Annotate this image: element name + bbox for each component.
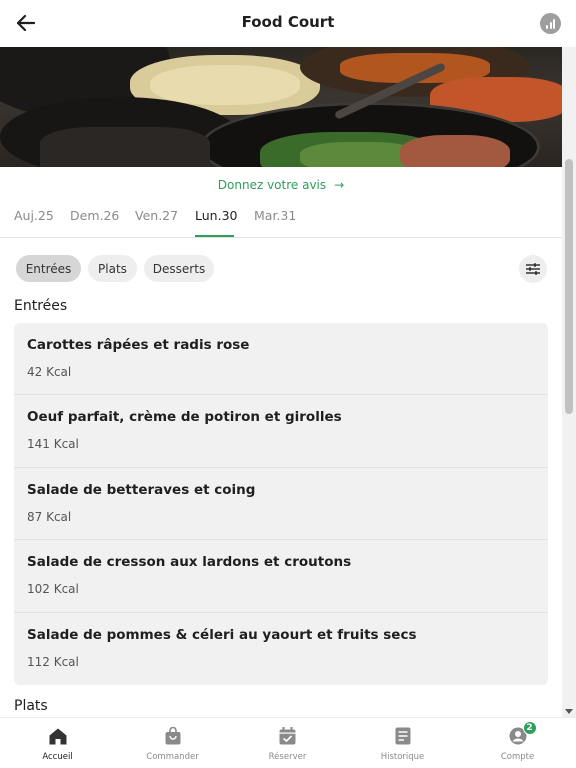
chip-entrees[interactable]: Entrées xyxy=(16,255,81,282)
bottom-navigation: Accueil Commander Réserver Historique 2 … xyxy=(0,717,576,768)
bar-chart-icon xyxy=(546,25,548,29)
chip-plats[interactable]: Plats xyxy=(88,255,137,282)
dish-name: Salade de betteraves et coing xyxy=(27,481,256,498)
filter-button[interactable] xyxy=(519,255,547,283)
scrollbar-thumb[interactable] xyxy=(565,159,573,414)
calendar-check-icon xyxy=(279,727,296,745)
scroll-down-arrow-icon[interactable] xyxy=(565,709,573,714)
section-title-entrees: Entrées xyxy=(14,298,68,314)
list-item[interactable]: Salade de cresson aux lardons et crouton… xyxy=(14,540,548,613)
nav-historique[interactable]: Historique xyxy=(345,718,460,768)
list-item[interactable]: Salade de pommes & céleri au yaourt et f… xyxy=(14,613,548,685)
document-icon xyxy=(395,727,410,745)
stats-button[interactable] xyxy=(540,13,561,34)
dish-calories: 102 Kcal xyxy=(27,582,79,597)
restaurant-hero-image xyxy=(0,47,562,167)
nav-label: Accueil xyxy=(42,752,73,762)
dish-name: Carottes râpées et radis rose xyxy=(27,337,250,353)
nav-compte[interactable]: 2 Compte xyxy=(460,718,575,768)
tab-day-25[interactable]: Auj.25 xyxy=(14,208,54,223)
dish-calories: 87 Kcal xyxy=(27,509,72,524)
nav-accueil[interactable]: Accueil xyxy=(0,718,115,768)
vertical-scrollbar[interactable] xyxy=(562,47,576,717)
nav-commander[interactable]: Commander xyxy=(115,718,230,768)
tab-day-31[interactable]: Mar.31 xyxy=(254,208,296,223)
nav-label: Compte xyxy=(500,752,535,762)
app-header: Food Court xyxy=(0,0,576,47)
entrees-list: Carottes râpées et radis rose 42 Kcal Oe… xyxy=(14,323,548,685)
dish-calories: 112 Kcal xyxy=(27,654,79,669)
shopping-bag-icon xyxy=(165,727,180,745)
notification-badge: 2 xyxy=(522,721,537,735)
chip-desserts[interactable]: Desserts xyxy=(144,255,214,282)
feedback-label: Donnez votre avis xyxy=(217,178,327,192)
section-title-plats: Plats xyxy=(14,698,48,714)
arrow-right-icon: → xyxy=(334,178,345,192)
page-title: Food Court xyxy=(241,13,335,31)
feedback-link[interactable]: Donnez votre avis → xyxy=(0,178,562,192)
dish-calories: 42 Kcal xyxy=(27,365,72,379)
list-item[interactable]: Oeuf parfait, crème de potiron et giroll… xyxy=(14,395,548,468)
nav-label: Historique xyxy=(380,752,425,762)
list-item[interactable]: Carottes râpées et radis rose 42 Kcal xyxy=(14,323,548,396)
tab-day-27[interactable]: Ven.27 xyxy=(135,208,178,223)
nav-label: Réserver xyxy=(268,752,307,762)
list-item[interactable]: Salade de betteraves et coing 87 Kcal xyxy=(14,468,548,541)
day-tabs: Auj.25 Dem.26 Ven.27 Lun.30 Mar.31 xyxy=(0,204,562,238)
dish-calories: 141 Kcal xyxy=(27,437,79,452)
tab-day-26[interactable]: Dem.26 xyxy=(70,208,119,223)
dish-name: Salade de pommes & céleri au yaourt et f… xyxy=(27,626,417,643)
dish-name: Salade de cresson aux lardons et crouton… xyxy=(27,554,352,571)
tab-day-30[interactable]: Lun.30 xyxy=(195,208,237,223)
home-icon xyxy=(49,728,66,744)
sliders-icon xyxy=(526,263,540,275)
nav-label: Commander xyxy=(146,752,199,762)
active-tab-indicator xyxy=(195,235,234,237)
dish-name: Oeuf parfait, crème de potiron et giroll… xyxy=(27,409,342,426)
nav-reserver[interactable]: Réserver xyxy=(230,718,345,768)
